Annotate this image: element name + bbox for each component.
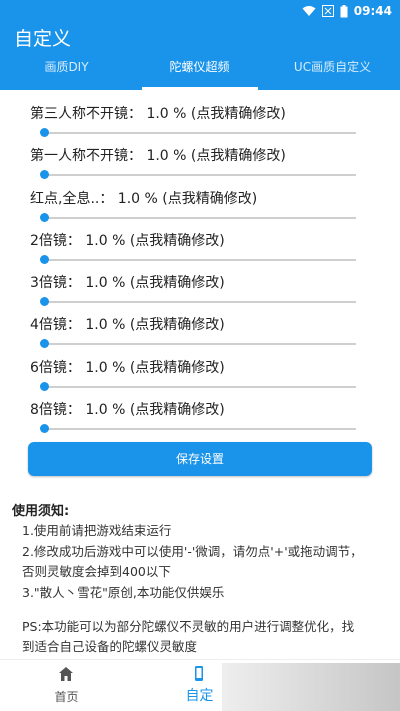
tab-bar: 画质DIY 陀螺仪超频 UC画质自定义	[0, 56, 400, 90]
status-icons: 09:44	[302, 4, 392, 18]
setting-label[interactable]: 4倍镜： 1.0 % (点我精确修改)	[30, 314, 225, 334]
tab-uc-quality-custom[interactable]: UC画质自定义	[266, 56, 399, 90]
phone-icon	[195, 666, 203, 681]
setting-4x-scope: 4倍镜： 1.0 % (点我精确修改)	[30, 314, 370, 352]
setting-red-dot: 红点,全息..： 1.0 % (点我精确修改)	[30, 188, 370, 226]
setting-label[interactable]: 红点,全息..： 1.0 % (点我精确修改)	[30, 188, 257, 208]
setting-label[interactable]: 第三人称不开镜： 1.0 % (点我精确修改)	[30, 103, 286, 123]
status-time: 09:44	[353, 4, 392, 18]
setting-2x-scope: 2倍镜： 1.0 % (点我精确修改)	[30, 230, 370, 268]
slider-thumb[interactable]	[40, 297, 49, 306]
slider-thumb[interactable]	[40, 170, 49, 179]
slider-track[interactable]	[44, 174, 356, 176]
nav-home-label: 首页	[54, 690, 79, 704]
notes-title: 使用须知:	[12, 504, 70, 519]
tab-indicator	[142, 87, 258, 90]
home-icon	[59, 667, 73, 681]
slider-thumb[interactable]	[40, 339, 49, 348]
setting-label[interactable]: 8倍镜： 1.0 % (点我精确修改)	[30, 399, 225, 419]
setting-label[interactable]: 3倍镜： 1.0 % (点我精确修改)	[30, 272, 225, 292]
setting-label[interactable]: 6倍镜： 1.0 % (点我精确修改)	[30, 357, 225, 377]
tab-gyro-overclock[interactable]: 陀螺仪超频	[133, 56, 266, 90]
note-line: 否则灵敏度会掉到400以下	[22, 564, 171, 579]
battery-icon	[340, 4, 348, 17]
slider-track[interactable]	[44, 386, 356, 388]
slider-track[interactable]	[44, 132, 356, 134]
signal-icon	[321, 5, 334, 17]
slider-thumb[interactable]	[40, 382, 49, 391]
status-bar: 09:44	[0, 0, 400, 24]
wifi-icon	[302, 6, 316, 16]
nav-home[interactable]: 首页	[0, 660, 133, 711]
slider-track[interactable]	[44, 343, 356, 345]
slider-thumb[interactable]	[40, 255, 49, 264]
slider-track[interactable]	[44, 301, 356, 303]
slider-thumb[interactable]	[40, 128, 49, 137]
note-line: 3."散人丶雪花"原创,本功能仅供娱乐	[22, 585, 225, 600]
setting-first-person: 第一人称不开镜： 1.0 % (点我精确修改)	[30, 145, 370, 183]
note-line: PS:本功能可以为部分陀螺仪不灵敏的用户进行调整优化，找	[22, 619, 355, 634]
setting-label[interactable]: 第一人称不开镜： 1.0 % (点我精确修改)	[30, 145, 286, 165]
setting-8x-scope: 8倍镜： 1.0 % (点我精确修改)	[30, 399, 370, 437]
setting-label[interactable]: 2倍镜： 1.0 % (点我精确修改)	[30, 230, 225, 250]
note-line: 2.修改成功后游戏中可以使用'-'微调，请勿点'+'或拖动调节，	[22, 544, 363, 559]
note-line: 到适合自己设备的陀螺仪灵敏度	[22, 639, 198, 654]
setting-6x-scope: 6倍镜： 1.0 % (点我精确修改)	[30, 357, 370, 395]
slider-track[interactable]	[44, 217, 356, 219]
slider-thumb[interactable]	[40, 424, 49, 433]
setting-third-person: 第三人称不开镜： 1.0 % (点我精确修改)	[30, 103, 370, 141]
watermark-overlay	[222, 663, 400, 711]
setting-3x-scope: 3倍镜： 1.0 % (点我精确修改)	[30, 272, 370, 310]
slider-track[interactable]	[44, 428, 356, 430]
page-title: 自定义	[14, 28, 72, 50]
note-line: 1.使用前请把游戏结束运行	[22, 523, 172, 538]
app-bar: 自定义	[0, 24, 400, 56]
tab-quality-diy[interactable]: 画质DIY	[0, 56, 133, 90]
slider-track[interactable]	[44, 259, 356, 261]
save-button[interactable]: 保存设置	[28, 442, 372, 476]
slider-thumb[interactable]	[40, 213, 49, 222]
